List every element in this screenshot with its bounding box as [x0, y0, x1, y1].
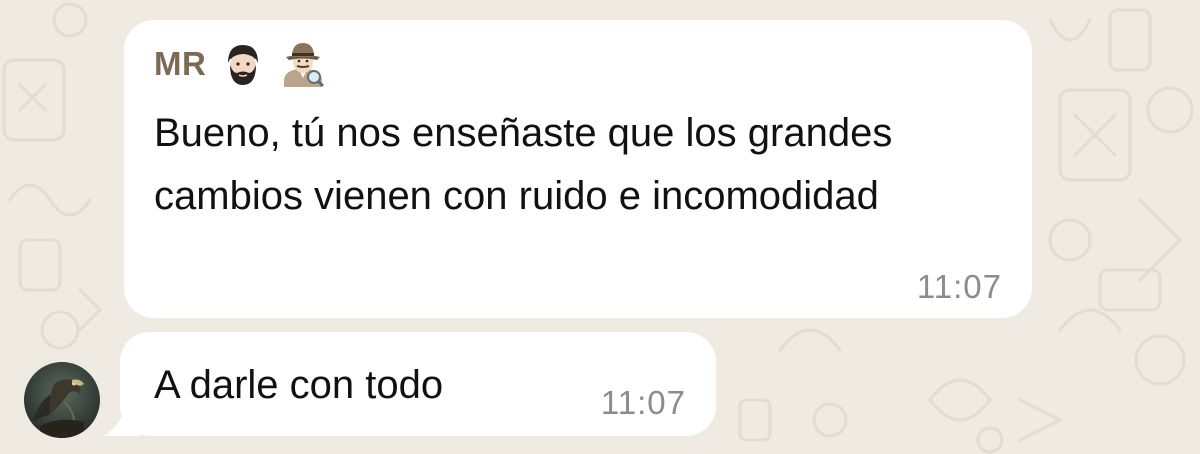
detective-icon [280, 41, 326, 88]
eagle-avatar[interactable] [24, 362, 100, 438]
sender-name[interactable]: MR [154, 45, 206, 83]
message-bubble-incoming[interactable]: A darle con todo 11:07 [120, 332, 716, 436]
message-text: Bueno, tú nos enseñaste que los grandes … [154, 111, 893, 218]
message-text: A darle con todo [154, 363, 444, 407]
message-timestamp: 11:07 [916, 268, 1002, 305]
sender-header: MR [154, 40, 326, 88]
message-timestamp: 11:07 [600, 384, 686, 421]
message-bubble-incoming[interactable]: MR Bueno, tú nos enseñaste que los grand… [124, 20, 1032, 318]
man-beard-icon [220, 41, 266, 87]
